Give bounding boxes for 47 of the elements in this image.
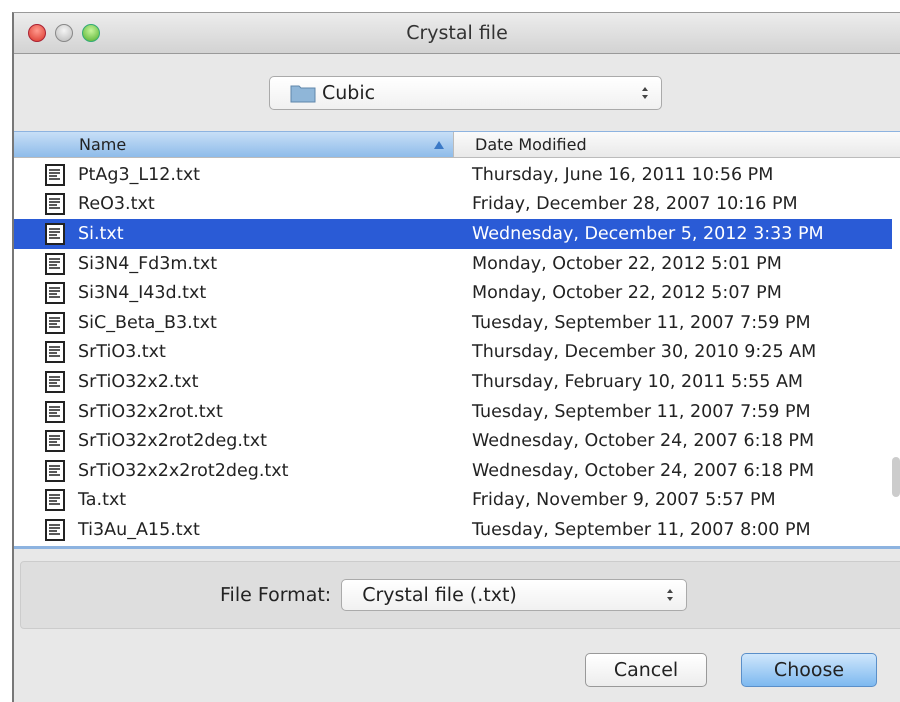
column-header[interactable]: Name	[14, 132, 454, 157]
date-modified: Tuesday, September 11, 2007 7:59 PM	[472, 312, 811, 333]
date-modified: Wednesday, October 24, 2007 6:18 PM	[472, 431, 814, 452]
file-row[interactable]: SiC_Beta_B3.txt Tuesday, September 11, 2007 7:59 PM	[14, 308, 892, 338]
file-name: PtAg3_L12.txt	[78, 164, 202, 185]
file-name: SrTiO32x2rot.txt	[78, 402, 224, 422]
file-row[interactable]: SrTiO32x2rot.txt Tuesday, September 11, 2007 7:59 PM	[14, 396, 892, 426]
file-format-dropdown[interactable]: Crystal file (.txt)	[341, 579, 688, 611]
file-row[interactable]: Si.txt Wednesday, December 5, 2012 3:33 PM	[14, 219, 892, 249]
file-row[interactable]: ReO3.txt Friday, December 28, 2007 10:16 PM	[14, 190, 892, 220]
file-name: SrTiO32x2rot2deg.txt	[78, 431, 268, 452]
file-name: SrTiO32x2x2rot2deg.txt	[78, 460, 290, 481]
file-name: SiC_Beta_B3.txt	[78, 312, 218, 333]
cancel-button[interactable]: Cancel	[585, 653, 707, 687]
file-row[interactable]: Si3N4_I43d.txt Monday, October 22, 2012 5:07 PM	[14, 278, 892, 308]
window-title: Crystal file	[406, 22, 508, 44]
file-name: SrTiO32x2.txt	[78, 372, 200, 392]
date-modified: Thursday, June 16, 2011 10:56 PM	[472, 164, 774, 185]
date-modified: Tuesday, September 11, 2007 7:59 PM	[472, 402, 811, 422]
file-row[interactable]: SrTiO32x2.txt Thursday, February 10, 2011 5:55 AM	[14, 367, 892, 397]
date-modified: Wednesday, December 5, 2012 3:33 PM	[472, 224, 824, 244]
file-format-label: File Format:	[220, 584, 332, 606]
file-name: Si.txt	[78, 224, 125, 244]
file-name: Ti3Au_A15.txt	[78, 520, 201, 540]
date-modified: Monday, October 22, 2012 5:07 PM	[472, 283, 782, 304]
file-row[interactable]: PtAg3_L12.txt Thursday, June 16, 2011 10:56 PM	[14, 160, 892, 190]
file-name: Si3N4_Fd3m.txt	[78, 254, 218, 274]
date-modified: Friday, November 9, 2007 5:57 PM	[472, 490, 776, 510]
file-name: Si3N4_I43d.txt	[78, 283, 208, 304]
file-name: SrTiO3.txt	[78, 342, 167, 362]
date-modified: Monday, October 22, 2012 5:01 PM	[472, 254, 782, 274]
location-dropdown[interactable]: Cubic	[269, 76, 662, 110]
file-row[interactable]: Ti3Au_A15.txt Tuesday, September 11, 2007 8:00 PM	[14, 515, 892, 545]
column-header[interactable]: Date Modified	[454, 132, 900, 157]
date-modified: Tuesday, September 11, 2007 8:00 PM	[472, 520, 811, 540]
choose-button[interactable]: Choose	[741, 653, 877, 687]
date-modified: Thursday, February 10, 2011 5:55 AM	[472, 372, 804, 392]
date-modified: Friday, December 28, 2007 10:16 PM	[472, 194, 798, 214]
file-row[interactable]: SrTiO32x2x2rot2deg.txt Wednesday, October 24, 2007 6:18 PM	[14, 456, 892, 486]
file-row[interactable]: Ta.txt Friday, November 9, 2007 5:57 PM	[14, 486, 892, 516]
file-name: Ta.txt	[78, 490, 128, 510]
date-modified: Thursday, December 30, 2010 9:25 AM	[472, 342, 816, 362]
date-modified: Wednesday, October 24, 2007 6:18 PM	[472, 460, 814, 481]
file-name: ReO3.txt	[78, 194, 156, 214]
file-row[interactable]: SrTiO3.txt Thursday, December 30, 2010 9:25 AM	[14, 338, 892, 368]
file-row[interactable]: Si3N4_Fd3m.txt Monday, October 22, 2012 5:01 PM	[14, 248, 892, 278]
file-row[interactable]: SrTiO32x2rot2deg.txt Wednesday, October 24, 2007 6:18 PM	[14, 426, 892, 456]
